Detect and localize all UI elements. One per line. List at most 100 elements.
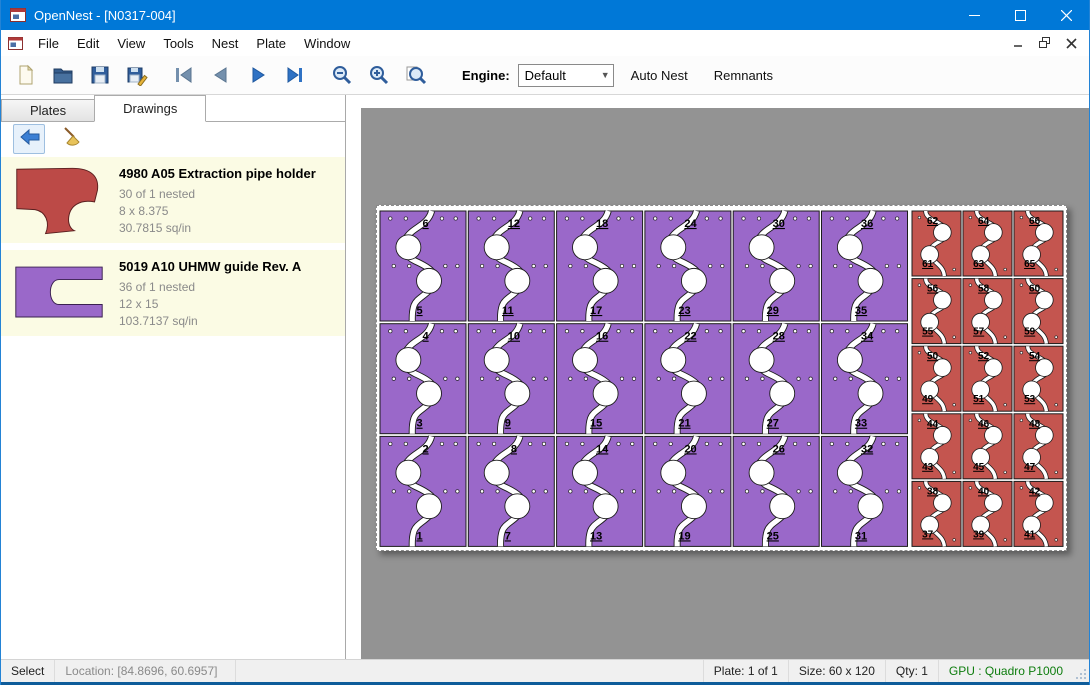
- tab-drawings[interactable]: Drawings: [94, 95, 206, 122]
- svg-text:37: 37: [922, 529, 934, 540]
- nest-cell[interactable]: 3433: [822, 324, 908, 434]
- nest-cell[interactable]: 3029: [733, 211, 819, 321]
- engine-selected-value: Default: [525, 68, 566, 83]
- status-mode: Select: [1, 660, 55, 682]
- plate[interactable]: 6512111817242330293635431091615222128273…: [376, 205, 1067, 551]
- nest-cell[interactable]: 6059: [1014, 279, 1063, 344]
- nest-cell[interactable]: 5655: [912, 279, 961, 344]
- drawing-list-item[interactable]: 5019 A10 UHMW guide Rev. A 36 of 1 neste…: [1, 250, 345, 336]
- nest-cell[interactable]: 4645: [963, 414, 1012, 479]
- first-plate-icon[interactable]: [167, 59, 201, 91]
- svg-text:49: 49: [922, 394, 934, 405]
- close-icon[interactable]: [1043, 0, 1089, 30]
- svg-text:45: 45: [973, 462, 985, 473]
- engine-select[interactable]: Default ▼: [518, 64, 614, 87]
- nest-cell[interactable]: 4443: [912, 414, 961, 479]
- svg-text:44: 44: [927, 419, 939, 430]
- nested-parts[interactable]: 6512111817242330293635431091615222128273…: [377, 206, 1066, 550]
- nest-cell[interactable]: 65: [380, 211, 466, 321]
- svg-text:14: 14: [596, 443, 609, 455]
- svg-text:47: 47: [1024, 462, 1036, 473]
- svg-text:23: 23: [678, 305, 690, 317]
- maximize-icon[interactable]: [997, 0, 1043, 30]
- next-plate-icon[interactable]: [241, 59, 275, 91]
- nest-cell[interactable]: 43: [380, 324, 466, 434]
- nest-cell[interactable]: 87: [468, 436, 554, 546]
- nest-cell[interactable]: 3231: [822, 436, 908, 546]
- save-icon[interactable]: [83, 59, 117, 91]
- mdi-minimize-icon[interactable]: [1011, 35, 1027, 51]
- main-toolbar: Engine: Default ▼ Auto Nest Remnants: [1, 56, 1089, 95]
- svg-text:36: 36: [861, 218, 873, 230]
- tab-plates[interactable]: Plates: [1, 99, 95, 121]
- nest-cell[interactable]: 2221: [645, 324, 731, 434]
- nest-cell[interactable]: 6665: [1014, 211, 1063, 276]
- svg-text:21: 21: [678, 418, 690, 430]
- nest-cell[interactable]: 62 61: [912, 211, 961, 276]
- svg-text:9: 9: [505, 418, 511, 430]
- nest-cell[interactable]: 5453: [1014, 346, 1063, 411]
- svg-text:40: 40: [978, 486, 990, 497]
- svg-text:2: 2: [423, 443, 429, 455]
- svg-text:1: 1: [416, 530, 422, 542]
- drawings-toolbar: [1, 122, 345, 156]
- child-window-icon[interactable]: [8, 37, 23, 50]
- auto-nest-button[interactable]: Auto Nest: [622, 64, 697, 87]
- zoom-fit-icon[interactable]: [399, 59, 433, 91]
- nest-cell[interactable]: 4039: [963, 481, 1012, 546]
- nest-cell[interactable]: 3837: [912, 481, 961, 546]
- menu-file[interactable]: File: [29, 32, 68, 55]
- nest-cell[interactable]: 1615: [557, 324, 643, 434]
- menu-edit[interactable]: Edit: [68, 32, 108, 55]
- menu-view[interactable]: View: [108, 32, 154, 55]
- nest-cell[interactable]: 1413: [557, 436, 643, 546]
- svg-text:62: 62: [927, 216, 939, 227]
- remnants-button[interactable]: Remnants: [705, 64, 782, 87]
- menu-window[interactable]: Window: [295, 32, 359, 55]
- nest-cell[interactable]: 21: [380, 436, 466, 546]
- save-as-icon[interactable]: [120, 59, 154, 91]
- svg-text:11: 11: [502, 305, 514, 317]
- mdi-close-icon[interactable]: [1063, 35, 1079, 51]
- nest-cell[interactable]: 2827: [733, 324, 819, 434]
- minimize-icon[interactable]: [951, 0, 997, 30]
- open-file-icon[interactable]: [46, 59, 80, 91]
- zoom-in-icon[interactable]: [362, 59, 396, 91]
- menu-plate[interactable]: Plate: [247, 32, 295, 55]
- window-controls: [951, 0, 1089, 30]
- svg-text:16: 16: [596, 331, 608, 343]
- nest-cell[interactable]: 4847: [1014, 414, 1063, 479]
- svg-text:18: 18: [596, 218, 608, 230]
- mdi-restore-icon[interactable]: [1037, 35, 1053, 51]
- nest-cell[interactable]: 2019: [645, 436, 731, 546]
- title-bar: OpenNest - [N0317-004]: [1, 0, 1089, 30]
- drawing-list: 4980 A05 Extraction pipe holder 30 of 1 …: [1, 157, 345, 660]
- nest-cell[interactable]: 36 35: [822, 211, 908, 321]
- zoom-out-icon[interactable]: [325, 59, 359, 91]
- previous-plate-icon[interactable]: [204, 59, 238, 91]
- svg-text:61: 61: [922, 259, 934, 270]
- svg-text:25: 25: [767, 530, 779, 542]
- new-file-icon[interactable]: [9, 59, 43, 91]
- status-gpu: GPU : Quadro P1000: [939, 660, 1073, 682]
- nest-cell[interactable]: 4241: [1014, 481, 1063, 546]
- nest-canvas: 6512111817242330293635431091615222128273…: [347, 95, 1089, 660]
- nest-cell[interactable]: 6463: [963, 211, 1012, 276]
- nest-cell[interactable]: 1211: [468, 211, 554, 321]
- send-to-plate-button[interactable]: [13, 124, 45, 154]
- nest-cell[interactable]: 1817: [557, 211, 643, 321]
- drawing-list-item[interactable]: 4980 A05 Extraction pipe holder 30 of 1 …: [1, 157, 345, 243]
- menu-nest[interactable]: Nest: [203, 32, 248, 55]
- nest-cell[interactable]: 5857: [963, 279, 1012, 344]
- nest-cell[interactable]: 5049: [912, 346, 961, 411]
- svg-text:35: 35: [855, 305, 867, 317]
- menu-tools[interactable]: Tools: [154, 32, 202, 55]
- resize-grip[interactable]: [1073, 660, 1089, 682]
- nest-cell[interactable]: 2625: [733, 436, 819, 546]
- clean-button[interactable]: [57, 125, 87, 153]
- last-plate-icon[interactable]: [278, 59, 312, 91]
- nest-cell[interactable]: 2423: [645, 211, 731, 321]
- nest-cell[interactable]: 5251: [963, 346, 1012, 411]
- nest-cell[interactable]: 109: [468, 324, 554, 434]
- app-icon[interactable]: [10, 8, 26, 22]
